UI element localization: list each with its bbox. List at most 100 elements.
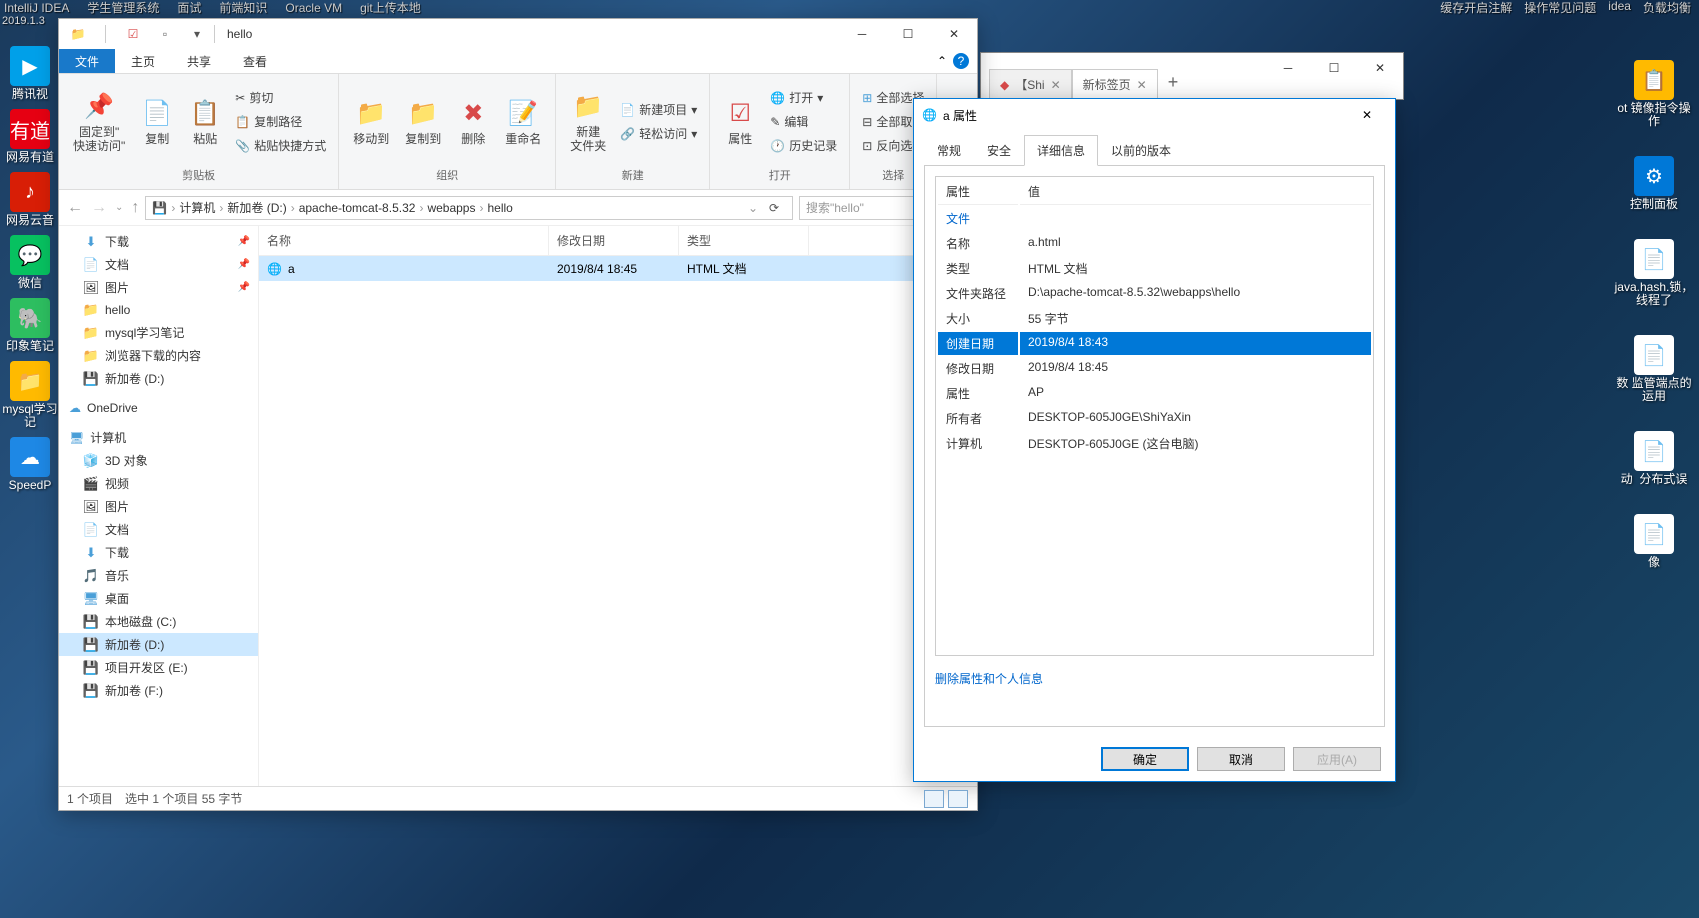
nav-onedrive[interactable]: ☁OneDrive xyxy=(59,398,258,418)
nav-item[interactable]: 💾新加卷 (D:) xyxy=(59,633,258,656)
copypath-button[interactable]: 📋复制路径 xyxy=(231,111,330,132)
nav-item[interactable]: 📄文档 xyxy=(59,518,258,541)
paste-button[interactable]: 📋粘贴 xyxy=(183,94,227,150)
shortcut-button[interactable]: 📎粘贴快捷方式 xyxy=(231,135,330,156)
rename-button[interactable]: 📝重命名 xyxy=(499,94,547,150)
qa-icon[interactable]: ☑ xyxy=(122,23,144,45)
header-type[interactable]: 类型 xyxy=(679,226,809,255)
header-property[interactable]: 属性 xyxy=(938,179,1018,205)
table-row[interactable]: 类型HTML 文档 xyxy=(938,257,1371,280)
nav-item[interactable]: 📁hello xyxy=(59,299,258,321)
nav-item[interactable]: 🎬视频 xyxy=(59,472,258,495)
maximize-button[interactable]: ☐ xyxy=(1311,53,1357,83)
browser-tab[interactable]: ◆【Shi✕ xyxy=(989,69,1072,99)
nav-computer[interactable]: 🖥计算机 xyxy=(59,426,258,449)
breadcrumb[interactable]: 💾 › 计算机› 新加卷 (D:)› apache-tomcat-8.5.32›… xyxy=(145,196,793,220)
pin-button[interactable]: 📌固定到" 快速访问" xyxy=(67,87,131,157)
cancel-button[interactable]: 取消 xyxy=(1197,747,1285,771)
nav-item[interactable]: ⬇下载 xyxy=(59,541,258,564)
table-row[interactable]: 文件夹路径D:\apache-tomcat-8.5.32\webapps\hel… xyxy=(938,282,1371,305)
nav-item[interactable]: 💾项目开发区 (E:) xyxy=(59,656,258,679)
breadcrumb-dropdown-icon[interactable]: ⌄ xyxy=(748,201,758,215)
desktop-icon[interactable]: 📄像 xyxy=(1634,514,1674,569)
minimize-button[interactable]: ─ xyxy=(1265,53,1311,83)
nav-item[interactable]: 📄文档📌 xyxy=(59,253,258,276)
qa-dropdown-icon[interactable]: ▾ xyxy=(186,23,208,45)
desktop-icon[interactable]: ☁SpeedP xyxy=(0,437,60,492)
copyto-button[interactable]: 📁复制到 xyxy=(399,94,447,150)
browser-tab[interactable]: 新标签页✕ xyxy=(1072,69,1158,99)
task-item[interactable]: 缓存开启注解 xyxy=(1440,0,1512,16)
open-button[interactable]: 🌐打开▾ xyxy=(766,87,841,108)
desktop-icon[interactable]: 💬微信 xyxy=(0,235,60,290)
breadcrumb-item[interactable]: 计算机 xyxy=(179,199,215,216)
close-tab-icon[interactable]: ✕ xyxy=(1051,78,1061,92)
edit-button[interactable]: ✎编辑 xyxy=(766,111,841,132)
properties-button[interactable]: ☑属性 xyxy=(718,94,762,150)
close-tab-icon[interactable]: ✕ xyxy=(1137,78,1147,92)
tab-security[interactable]: 安全 xyxy=(974,135,1024,166)
table-row[interactable]: 修改日期2019/8/4 18:45 xyxy=(938,357,1371,380)
nav-item[interactable]: 💾本地磁盘 (C:) xyxy=(59,610,258,633)
header-date[interactable]: 修改日期 xyxy=(549,226,679,255)
maximize-button[interactable]: ☐ xyxy=(885,19,931,49)
apply-button[interactable]: 应用(A) xyxy=(1293,747,1381,771)
desktop-icon[interactable]: 📁mysql学习记 xyxy=(0,361,60,429)
nav-item[interactable]: 💾新加卷 (F:) xyxy=(59,679,258,702)
table-row[interactable]: 创建日期2019/8/4 18:43 xyxy=(938,332,1371,355)
nav-item[interactable]: 🖥桌面 xyxy=(59,587,258,610)
file-row[interactable]: 🌐a 2019/8/4 18:45 HTML 文档 1 KB xyxy=(259,256,977,281)
tab-file[interactable]: 文件 xyxy=(59,49,115,73)
table-row[interactable]: 属性AP xyxy=(938,382,1371,405)
close-button[interactable]: ✕ xyxy=(931,19,977,49)
nav-item[interactable]: 📁浏览器下载的内容 xyxy=(59,344,258,367)
desktop-icon[interactable]: 📄java.hash.锁，线程了 xyxy=(1614,239,1694,307)
desktop-icon[interactable]: ⚙控制面板 xyxy=(1630,156,1678,211)
moveto-button[interactable]: 📁移动到 xyxy=(347,94,395,150)
desktop-icon[interactable]: 有道网易有道 xyxy=(0,109,60,164)
history-button[interactable]: 🕐历史记录 xyxy=(766,135,841,156)
desktop-icon[interactable]: ♪网易云音 xyxy=(0,172,60,227)
tab-share[interactable]: 共享 xyxy=(171,49,227,73)
qa-icon[interactable]: ▫ xyxy=(154,23,176,45)
folder-icon[interactable]: 📁 xyxy=(67,23,89,45)
breadcrumb-item[interactable]: 新加卷 (D:) xyxy=(227,199,286,216)
up-button[interactable]: ↑ xyxy=(131,199,139,217)
breadcrumb-item[interactable]: apache-tomcat-8.5.32 xyxy=(299,201,416,215)
thumbnails-view-icon[interactable] xyxy=(948,790,968,808)
task-item[interactable]: 操作常见问题 xyxy=(1524,0,1596,16)
table-row[interactable]: 名称a.html xyxy=(938,232,1371,255)
task-item[interactable]: IntelliJ IDEA xyxy=(4,1,69,15)
header-value[interactable]: 值 xyxy=(1020,179,1371,205)
close-button[interactable]: ✕ xyxy=(1357,53,1403,83)
ok-button[interactable]: 确定 xyxy=(1101,747,1189,771)
refresh-button[interactable]: ⟳ xyxy=(762,201,786,215)
task-item[interactable]: 学生管理系统 xyxy=(87,0,159,16)
nav-item[interactable]: 🧊3D 对象 xyxy=(59,449,258,472)
table-row[interactable]: 所有者DESKTOP-605J0GE\ShiYaXin xyxy=(938,407,1371,430)
back-button[interactable]: ← xyxy=(67,199,83,217)
desktop-icon[interactable]: 🐘印象笔记 xyxy=(0,298,60,353)
desktop-icon[interactable]: ▶腾讯视 xyxy=(0,46,60,101)
breadcrumb-item[interactable]: webapps xyxy=(427,201,475,215)
minimize-button[interactable]: ─ xyxy=(839,19,885,49)
desktop-icon[interactable]: 📋ot 镜像指令操作 xyxy=(1614,60,1694,128)
nav-item[interactable]: 📁mysql学习笔记 xyxy=(59,321,258,344)
nav-item[interactable]: ⬇下载📌 xyxy=(59,230,258,253)
newitem-button[interactable]: 📄新建项目▾ xyxy=(616,99,701,120)
remove-properties-link[interactable]: 删除属性和个人信息 xyxy=(935,670,1043,687)
delete-button[interactable]: ✖删除 xyxy=(451,94,495,150)
task-item[interactable]: 负载均衡 xyxy=(1643,0,1691,16)
task-item[interactable]: Oracle VM xyxy=(285,1,342,15)
breadcrumb-item[interactable]: hello xyxy=(487,201,512,215)
tab-home[interactable]: 主页 xyxy=(115,49,171,73)
forward-button[interactable]: → xyxy=(91,199,107,217)
task-item[interactable]: 面试 xyxy=(177,0,201,16)
cut-button[interactable]: ✂剪切 xyxy=(231,87,330,108)
nav-item[interactable]: 💾新加卷 (D:) xyxy=(59,367,258,390)
table-row[interactable]: 计算机DESKTOP-605J0GE (这台电脑) xyxy=(938,432,1371,455)
tab-previous[interactable]: 以前的版本 xyxy=(1098,135,1184,166)
task-item[interactable]: 前端知识 xyxy=(219,0,267,16)
tab-general[interactable]: 常规 xyxy=(924,135,974,166)
task-item[interactable]: git上传本地 xyxy=(360,0,421,16)
